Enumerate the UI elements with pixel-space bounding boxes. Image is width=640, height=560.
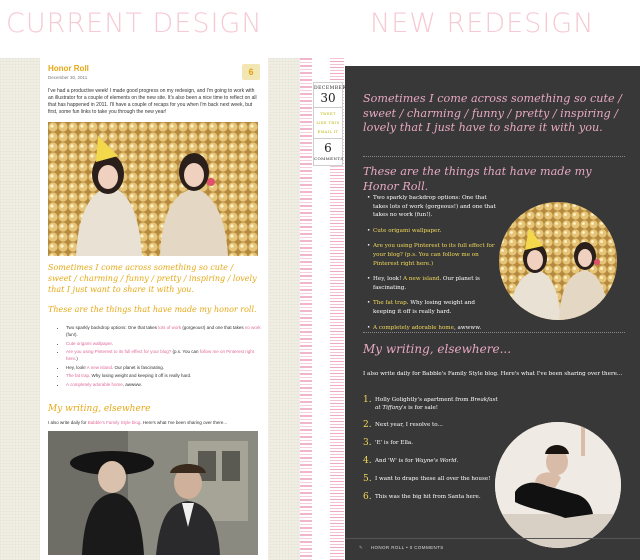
post-footer: ✎ HONOR ROLL • 0 COMMENTS [345,538,640,551]
comments-link[interactable]: 0 COMMENTS [410,545,444,550]
date-month: DECEMBER [314,86,347,91]
babble-link[interactable]: Babble's Family Style blog [88,420,141,425]
list-item: Cute origami wallpaper. [66,340,262,347]
list-item: A completely adorable home, awwww. [66,381,262,388]
fat-trap-link[interactable]: The fat trap [373,300,407,306]
sparkly-backdrop-circle-photo [499,202,617,320]
script-quote: Sometimes I come across something so cut… [48,263,257,294]
pencil-icon: ✎ [359,545,364,550]
current-post-card: Honor Roll December 30, 2011 6 I've had … [40,58,268,560]
list-item[interactable]: 5. I want to drape these all over the hou… [363,475,503,484]
category-link[interactable]: HONOR ROLL [371,545,405,550]
new-island-link[interactable]: A new island [403,276,439,282]
list-item[interactable]: 1. Holly Golightly's apartment from Break… [363,396,503,412]
date-day: 30 [314,91,342,108]
babble-note: I also write daily for Babble's Family S… [363,371,623,377]
sparkly-backdrop-photo [48,122,258,256]
origami-wallpaper-link[interactable]: Cute origami wallpaper [66,341,112,346]
comment-count-badge[interactable]: 6 [242,64,260,80]
breakfast-at-tiffanys-photo [48,430,258,555]
current-link-list: Two sparkly backdrop options: One that t… [66,324,262,388]
list-item: The fat trap. Why losing weight and keep… [367,299,499,316]
list-item: The fat trap. Why losing weight and keep… [66,372,262,379]
post-title-link[interactable]: Honor Roll [48,64,260,73]
email-it-link[interactable]: EMAIL IT [314,126,342,135]
comments-count[interactable]: 6 [314,138,342,155]
list-item: A completely adorable home, awwww. [367,324,499,333]
honor-roll-heading: These are the things that have made my H… [363,165,592,193]
decorative-stripe [300,58,312,560]
intro-quote: Sometimes I come across something so cut… [363,92,622,134]
pinterest-link[interactable]: Are you using Pinterest to its full effe… [66,349,171,354]
list-item: Cute origami wallpaper. [367,227,499,236]
post-date-sidebar: DECEMBER 30 TWEET LIKE THIS EMAIL IT 6 C… [313,82,347,166]
fat-trap-link[interactable]: The fat trap [66,373,89,378]
divider [363,332,625,333]
redesign-link-list: Two sparkly backdrop options: One that t… [367,194,499,339]
new-island-link[interactable]: A new island [87,365,112,370]
writing-elsewhere-heading: My writing, elsewhere... [363,342,512,356]
comparison-page: CURRENT DESIGN NEW REDESIGN Honor Roll D… [0,0,640,560]
like-this-link[interactable]: LIKE THIS [314,117,342,126]
origami-wallpaper-link[interactable]: Cute origami wallpaper [373,228,439,234]
list-item[interactable]: 6. This was the big hit from Santa here. [363,493,503,502]
list-item[interactable]: 4. And 'W' is for Wayne's World. [363,457,503,466]
list-item: Two sparkly backdrop options: One that t… [367,194,499,220]
holly-golightly-circle-photo [495,422,621,548]
adorable-home-link[interactable]: A completely adorable home [66,382,123,387]
adorable-home-link[interactable]: A completely adorable home [373,325,454,331]
tweet-link[interactable]: TWEET [314,108,342,117]
redesign-post-panel: Sometimes I come across something so cut… [345,66,640,560]
list-item: Hey, look! A new island. Our planet is f… [367,275,499,292]
writing-elsewhere-heading: My writing, elsewhere [48,403,151,414]
no-work-link[interactable]: no work [245,325,261,330]
comments-label[interactable]: COMMENTS [314,155,343,165]
new-redesign-heading: NEW REDESIGN [370,8,595,39]
list-item: Are you using Pinterest to its full effe… [66,348,262,362]
lots-of-work-link[interactable]: lots of work [158,325,181,330]
list-item[interactable]: 2. Next year, I resolve to... [363,421,503,430]
post-intro: I've had a productive week! I made good … [48,88,257,115]
babble-note: I also write daily for Babble's Family S… [48,419,228,425]
divider [363,156,625,157]
list-item: Are you using Pinterest to its full effe… [367,242,499,268]
post-date: December 30, 2011 [48,75,88,80]
list-item[interactable]: 3. 'E' is for Ella. [363,439,503,448]
list-item: Two sparkly backdrop options: One that t… [66,324,262,338]
babble-post-list: 1. Holly Golightly's apartment from Break… [363,396,503,511]
list-item: Hey, look! A new island. Our planet is f… [66,364,262,371]
script-honor-roll: These are the things that have made my h… [48,305,257,314]
current-design-heading: CURRENT DESIGN [6,8,263,39]
